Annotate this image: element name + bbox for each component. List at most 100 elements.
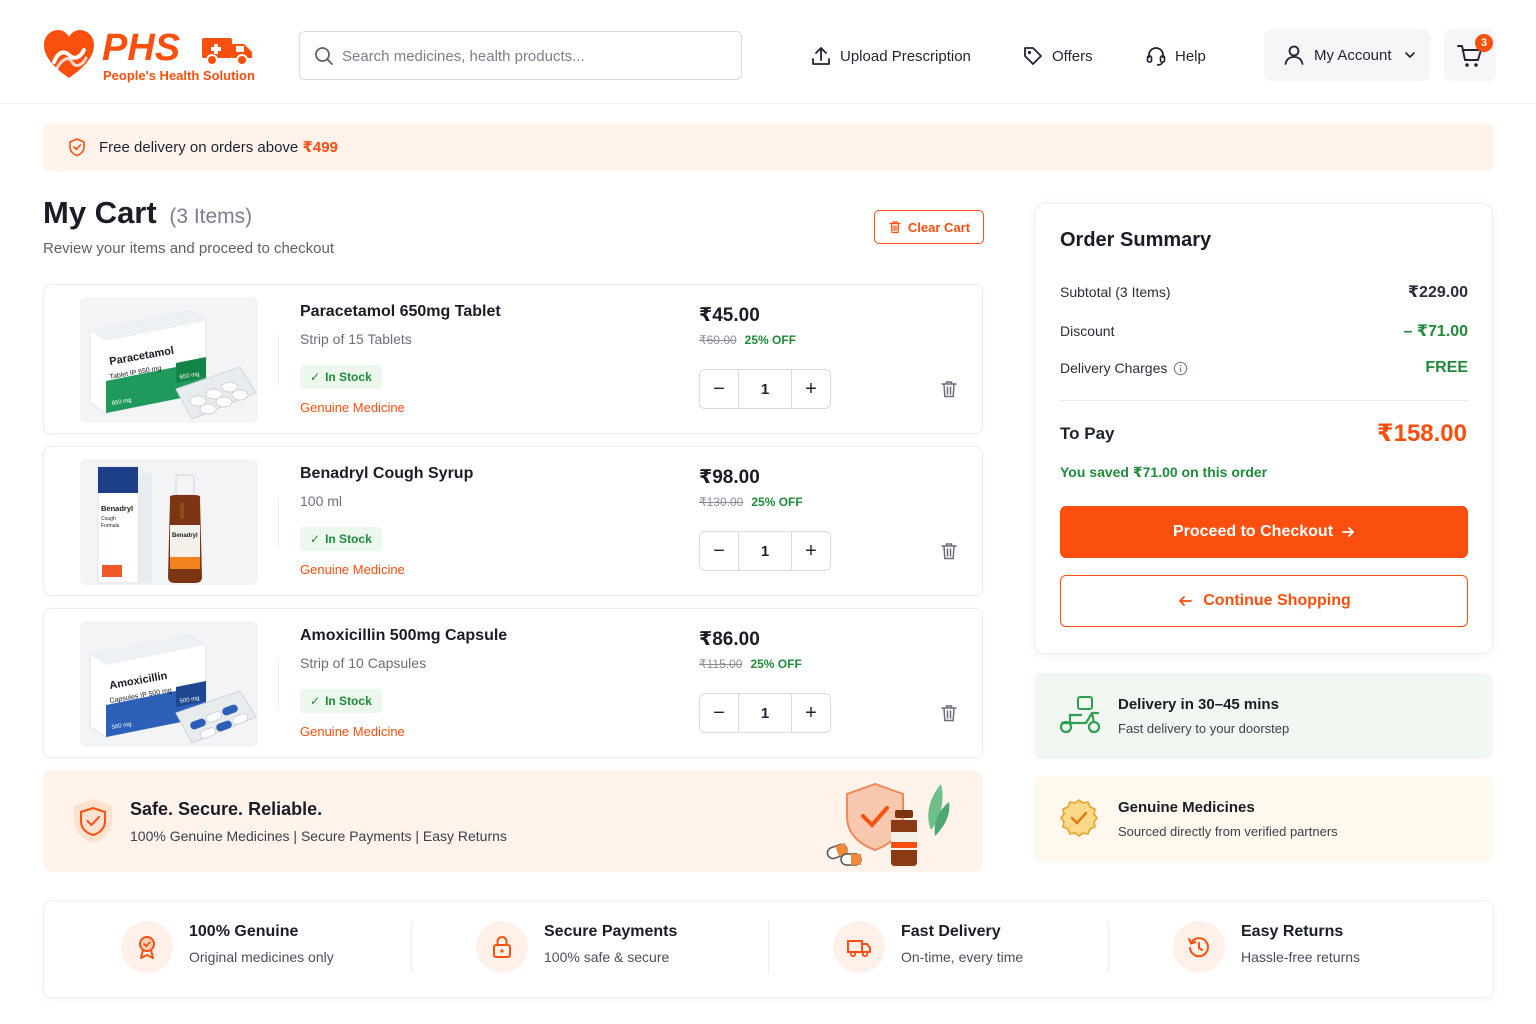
in-stock-badge: ✓ In Stock — [300, 527, 382, 551]
item-name[interactable]: Paracetamol 650mg Tablet — [300, 303, 501, 321]
quantity-stepper: − 1 + — [699, 531, 831, 571]
paracetamol-box-image: Paracetamol Tablet IP 650 mg 650 mg 650 … — [80, 297, 258, 423]
genuine-medicine-label: Genuine Medicine — [300, 400, 405, 415]
quantity-value[interactable]: 1 — [738, 532, 792, 570]
item-pack-size: Strip of 10 Capsules — [300, 655, 427, 671]
page-title: My Cart (3 Items) — [43, 195, 252, 231]
quantity-stepper: − 1 + — [699, 693, 831, 733]
divider — [1108, 921, 1109, 973]
remove-item-trash-icon[interactable] — [939, 541, 959, 561]
brand-logo[interactable]: PHS People's Health Solution — [42, 28, 256, 84]
savings-message: You saved ₹71.00 on this order — [1060, 464, 1268, 480]
features-strip: 100% Genuine Original medicines only Sec… — [43, 900, 1494, 998]
item-name[interactable]: Amoxicillin 500mg Capsule — [300, 627, 507, 645]
increase-quantity-button[interactable]: + — [792, 370, 830, 408]
decrease-quantity-button[interactable]: − — [700, 532, 738, 570]
banner-amount: ₹499 — [302, 139, 338, 156]
search-bar — [299, 31, 742, 80]
discount-percent: 25% OFF — [750, 657, 802, 671]
cart-count-badge: 3 — [1475, 34, 1493, 52]
proceed-to-checkout-button[interactable]: Proceed to Checkout — [1060, 506, 1468, 558]
decrease-quantity-button[interactable]: − — [700, 370, 738, 408]
feature-subtitle: On-time, every time — [901, 949, 1024, 965]
benadryl-box-line2: Cough — [101, 516, 116, 522]
discount-value: – ₹71.00 — [1403, 323, 1468, 340]
cart-item-count: (3 Items) — [169, 205, 253, 228]
shield-check-icon — [74, 799, 112, 843]
decrease-quantity-button[interactable]: − — [700, 694, 738, 732]
feature-title: 100% Genuine — [189, 923, 299, 940]
heart-logo-icon — [44, 30, 94, 78]
delivery-info-title: Delivery in 30–45 mins — [1118, 696, 1279, 713]
brand-name: PHS — [102, 27, 181, 69]
user-icon — [1284, 45, 1304, 65]
medicine-shield-illustration — [826, 782, 950, 866]
trash-icon — [889, 221, 901, 234]
divider — [278, 335, 279, 385]
checkout-label: Proceed to Checkout — [1172, 523, 1334, 540]
offers-label: Offers — [1052, 47, 1093, 65]
discount-percent: 25% OFF — [751, 495, 803, 509]
continue-shopping-button[interactable]: Continue Shopping — [1060, 575, 1468, 627]
order-summary-title: Order Summary — [1060, 229, 1212, 251]
item-mrp: ₹130.00 — [699, 495, 744, 509]
discount-row: Discount – ₹71.00 — [1060, 321, 1468, 341]
item-name[interactable]: Benadryl Cough Syrup — [300, 465, 473, 483]
check-icon: ✓ — [310, 532, 321, 546]
subtotal-label: Subtotal (3 Items) — [1060, 284, 1171, 300]
price-details: ₹130.00 25% OFF — [699, 495, 803, 509]
delivery-charges-value: FREE — [1425, 359, 1468, 376]
safe-subtitle: 100% Genuine Medicines | Secure Payments… — [130, 828, 507, 844]
item-mrp: ₹115.00 — [699, 657, 743, 671]
discount-label: Discount — [1060, 323, 1115, 339]
quantity-stepper: − 1 + — [699, 369, 831, 409]
cart-button[interactable]: 3 — [1444, 29, 1496, 81]
delivery-info-subtitle: Fast delivery to your doorstep — [1118, 721, 1290, 736]
stock-label: In Stock — [325, 370, 372, 384]
product-image-benadryl: Benadryl Cough Formula Benadryl — [80, 459, 258, 585]
stock-label: In Stock — [325, 694, 372, 708]
offers-link[interactable]: Offers — [1022, 44, 1093, 68]
upload-prescription-label: Upload Prescription — [840, 47, 971, 65]
genuine-info-subtitle: Sourced directly from verified partners — [1118, 824, 1338, 839]
headset-icon — [1146, 47, 1166, 66]
genuine-info-card: Genuine Medicines Sourced directly from … — [1034, 776, 1493, 862]
item-pack-size: 100 ml — [300, 493, 343, 509]
cart-subtitle: Review your items and proceed to checkou… — [43, 240, 334, 257]
item-pack-size: Strip of 15 Tablets — [300, 331, 412, 347]
help-link[interactable]: Help — [1145, 44, 1206, 68]
upload-prescription-link[interactable]: Upload Prescription — [810, 44, 971, 68]
delivery-row: Delivery Charges FREE — [1060, 359, 1468, 377]
increase-quantity-button[interactable]: + — [792, 694, 830, 732]
feature-subtitle: Original medicines only — [189, 949, 334, 965]
quantity-value[interactable]: 1 — [738, 370, 792, 408]
my-account-button[interactable]: My Account — [1264, 29, 1430, 81]
genuine-medicine-label: Genuine Medicine — [300, 562, 405, 577]
clear-cart-button[interactable]: Clear Cart — [874, 210, 984, 244]
increase-quantity-button[interactable]: + — [792, 532, 830, 570]
info-icon[interactable] — [1173, 361, 1188, 376]
subtotal-value: ₹229.00 — [1407, 284, 1468, 301]
safe-secure-banner: Safe. Secure. Reliable. 100% Genuine Med… — [43, 770, 983, 872]
cart-item-amoxicillin: Amoxicillin Capsules IP 500 mg 500 mg 50… — [43, 608, 983, 758]
stock-label: In Stock — [325, 532, 372, 546]
feature-subtitle: Hassle-free returns — [1241, 949, 1361, 965]
help-label: Help — [1175, 47, 1206, 65]
amoxicillin-box-image: Amoxicillin Capsules IP 500 mg 500 mg 50… — [80, 621, 258, 747]
item-price: ₹86.00 — [699, 629, 760, 650]
remove-item-trash-icon[interactable] — [939, 379, 959, 399]
divider — [278, 659, 279, 709]
quantity-value[interactable]: 1 — [738, 694, 792, 732]
lock-icon — [493, 936, 511, 958]
remove-item-trash-icon[interactable] — [939, 703, 959, 723]
search-input[interactable] — [342, 42, 722, 70]
to-pay-label: To Pay — [1060, 424, 1115, 443]
cart-item-paracetamol: Paracetamol Tablet IP 650 mg 650 mg 650 … — [43, 284, 983, 434]
return-icon — [1188, 937, 1209, 958]
feature-title: Fast Delivery — [901, 923, 1001, 940]
delivery-info-card: Delivery in 30–45 mins Fast delivery to … — [1034, 673, 1493, 759]
item-price: ₹98.00 — [699, 467, 760, 488]
tag-icon — [1024, 47, 1042, 65]
divider — [278, 497, 279, 547]
upload-icon — [812, 47, 830, 65]
